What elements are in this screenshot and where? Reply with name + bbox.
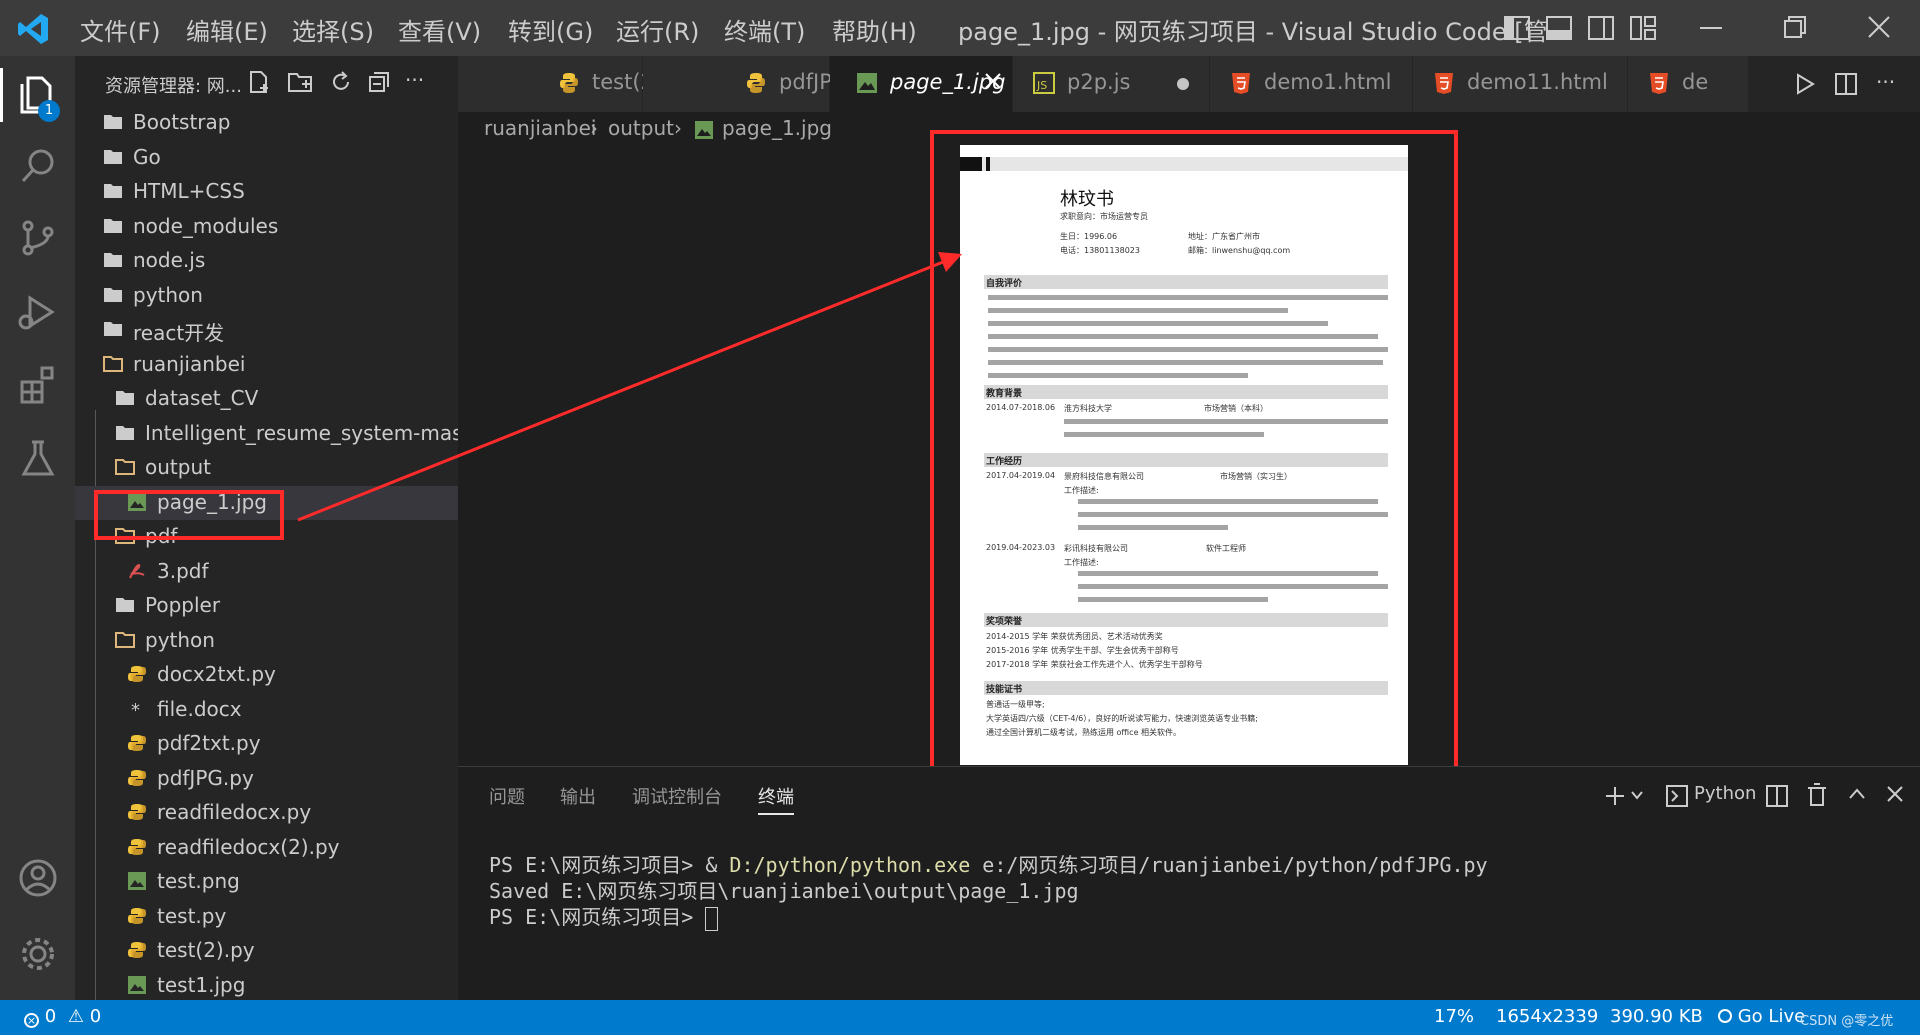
bottom-panel: 问题 输出 调试控制台 终端 Python PS E:\网页练习项目> & D:… [458,766,1920,1001]
status-bar: × 0 ⚠ 0 17% 1654x2339 390.90 KB Go Live … [0,1000,1920,1035]
go-live-button[interactable]: Go Live [1718,1006,1805,1027]
error-count: 0 [44,1006,57,1027]
annotation-arrow [297,258,949,522]
panel-tab-output[interactable]: 输出 [560,783,596,809]
terminal-command: D:/python/python.exe [729,853,971,877]
new-terminal-icon[interactable] [1604,785,1626,807]
panel-tab-debug-console[interactable]: 调试控制台 [632,783,722,809]
warning-icon: ⚠ [67,1006,85,1027]
annotation-box-preview [930,130,1458,770]
maximize-panel-icon[interactable] [1848,787,1866,801]
close-panel-icon[interactable] [1886,785,1904,803]
terminal-output: Saved E:\网页练习项目\ruanjianbei\output\page_… [489,879,1079,903]
terminal-args: e:/网页练习项目/ruanjianbei/python/pdfJPG.py [970,853,1488,877]
panel-tab-problems[interactable]: 问题 [489,783,525,809]
terminal-line-2: Saved E:\网页练习项目\ruanjianbei\output\page_… [489,875,1079,904]
warning-count: 0 [89,1006,102,1027]
panel-tab-terminal[interactable]: 终端 [758,783,794,815]
zoom-level[interactable]: 17% [1434,1006,1474,1027]
terminal-cursor [705,906,719,931]
problems-status[interactable]: × 0 ⚠ 0 [24,1006,101,1028]
terminal-prompt: PS E:\网页练习项目> & [489,853,730,877]
image-dimensions: 1654x2339 [1496,1006,1599,1027]
broadcast-icon [1718,1009,1732,1023]
go-live-label: Go Live [1737,1006,1806,1027]
terminal-profile-icon [1666,785,1688,807]
terminal-line-3[interactable]: PS E:\网页练习项目> [489,901,719,931]
terminal-profile-label[interactable]: Python [1694,783,1756,804]
terminal-line-1: PS E:\网页练习项目> & D:/python/python.exe e:/… [489,849,1488,878]
image-filesize: 390.90 KB [1610,1006,1703,1027]
error-icon: × [24,1013,39,1028]
annotation-box-file [94,490,284,540]
chevron-down-icon[interactable] [1630,789,1644,801]
trash-icon[interactable] [1806,783,1828,807]
split-terminal-icon[interactable] [1766,785,1788,807]
csdn-watermark: CSDN @零之优 [1800,1014,1894,1029]
terminal-prompt: PS E:\网页练习项目> [489,905,706,929]
